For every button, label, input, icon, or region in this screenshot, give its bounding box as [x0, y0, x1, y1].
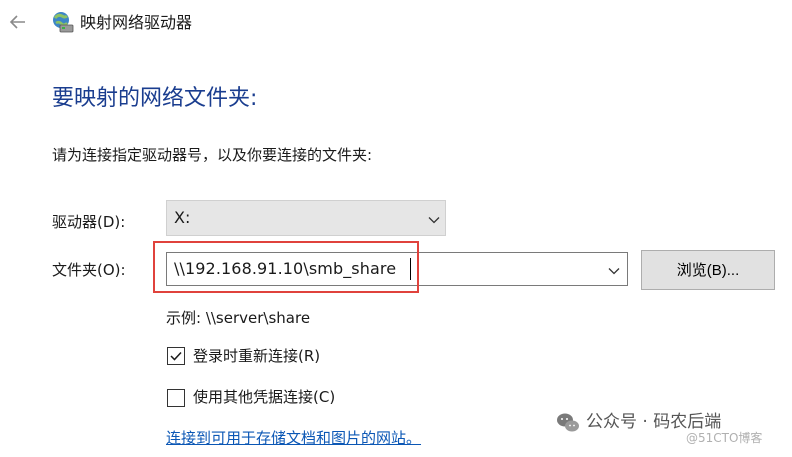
drive-label: 驱动器(D):: [52, 213, 126, 231]
reconnect-checkbox[interactable]: [167, 347, 185, 365]
example-text: 示例: \\server\share: [166, 309, 311, 327]
watermark-source: @51CTO博客: [686, 431, 763, 445]
instruction-text: 请为连接指定驱动器号，以及你要连接的文件夹:: [52, 146, 373, 164]
browse-button[interactable]: 浏览(B)...: [641, 250, 775, 290]
chevron-down-icon: [427, 212, 441, 226]
wechat-icon: [556, 412, 580, 434]
back-arrow-icon[interactable]: [8, 12, 30, 34]
credentials-checkbox[interactable]: [167, 389, 185, 407]
window-title: 映射网络驱动器: [80, 13, 193, 32]
network-drive-icon: [50, 10, 74, 34]
storage-website-link[interactable]: 连接到可用于存储文档和图片的网站。: [166, 428, 421, 448]
credentials-label[interactable]: 使用其他凭据连接(C): [193, 386, 335, 408]
drive-selected-value: X:: [174, 208, 191, 227]
folder-label: 文件夹(O):: [52, 261, 126, 279]
reconnect-label[interactable]: 登录时重新连接(R): [193, 345, 320, 367]
chevron-down-icon[interactable]: [607, 263, 621, 277]
highlight-annotation-box: [153, 241, 419, 293]
drive-letter-select[interactable]: X:: [166, 200, 446, 236]
page-heading: 要映射的网络文件夹:: [52, 86, 258, 111]
